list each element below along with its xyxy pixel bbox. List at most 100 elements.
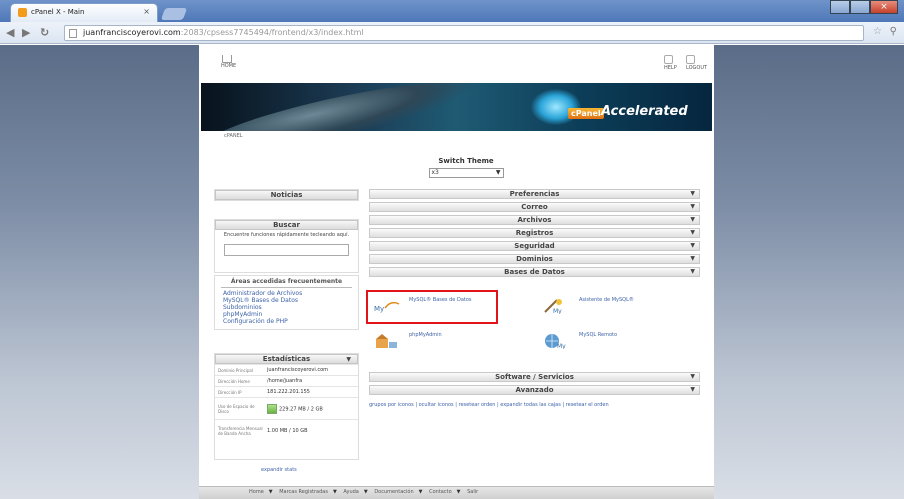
close-window-button[interactable]: × xyxy=(870,0,898,14)
stats-value: 181.222.201.155 xyxy=(267,389,310,395)
address-bar[interactable]: juanfranciscoyerovi.com:2083/cpsess77454… xyxy=(64,25,864,41)
disk-usage-bar xyxy=(267,403,277,414)
help-link[interactable]: HELP xyxy=(664,55,677,71)
search-input[interactable] xyxy=(224,244,349,256)
window-controls: × xyxy=(830,0,900,16)
db-item-mysql-wizard[interactable]: My Asistente de MySQL® xyxy=(539,294,689,320)
stats-header[interactable]: Estadísticas ▼ xyxy=(215,354,358,364)
footer-link-home[interactable]: Home xyxy=(249,489,264,495)
logout-label: LOGOUT xyxy=(686,65,708,71)
stats-row: Dominio Principal juanfranciscoyerovi.co… xyxy=(215,364,358,375)
banner-road-graphic xyxy=(201,83,483,131)
cpanel-topbar: HOME HELP LOGOUT xyxy=(199,53,714,81)
footer-link-docs[interactable]: Documentación xyxy=(374,489,413,495)
chevron-down-icon: ▼ xyxy=(690,229,695,236)
most-accessed-box: Áreas accedidas frecuentemente Administr… xyxy=(214,275,359,330)
home-link[interactable]: HOME xyxy=(221,55,236,69)
svg-text:My: My xyxy=(553,308,562,314)
stats-value: /home/juanfra xyxy=(267,378,303,384)
chevron-down-icon: ▼ xyxy=(495,169,501,176)
footer-link-trademarks[interactable]: Marcas Registradas xyxy=(279,489,328,495)
layout-links[interactable]: grupos por iconos | ocultar iconos | res… xyxy=(369,402,700,408)
theme-selected-value: x3 xyxy=(431,169,439,176)
section-preferences[interactable]: Preferencias ▼ xyxy=(369,189,700,199)
close-tab-icon[interactable]: × xyxy=(143,7,150,16)
find-header: Buscar xyxy=(215,220,358,230)
footer-link-contact[interactable]: Contacto xyxy=(429,489,452,495)
url-text: juanfranciscoyerovi.com:2083/cpsess77454… xyxy=(83,28,364,37)
db-item-phpmyadmin[interactable]: phpMyAdmin xyxy=(369,329,519,355)
cpanel-page: HOME HELP LOGOUT cPanel Accelerated cPAN… xyxy=(199,45,714,499)
stats-key: Dirección IP xyxy=(218,389,242,395)
stats-row: Dirección Home /home/juanfra xyxy=(215,375,358,386)
minimize-button[interactable] xyxy=(830,0,850,14)
link-phpmyadmin[interactable]: phpMyAdmin xyxy=(215,311,358,318)
section-label: Correo xyxy=(521,203,548,211)
db-item-label: phpMyAdmin xyxy=(409,332,442,338)
banner-glow-graphic xyxy=(531,89,581,125)
cpanel-banner: cPanel Accelerated xyxy=(201,83,712,131)
home-icon xyxy=(222,55,232,63)
breadcrumb[interactable]: cPANEL xyxy=(224,133,243,139)
divider xyxy=(221,287,352,288)
section-label: Registros xyxy=(515,229,554,237)
switch-theme-label: Switch Theme xyxy=(438,157,494,165)
section-mail[interactable]: Correo ▼ xyxy=(369,202,700,212)
section-label: Seguridad xyxy=(514,242,555,250)
highlight-box xyxy=(366,290,498,324)
section-advanced[interactable]: Avanzado ▼ xyxy=(369,385,700,395)
section-logs[interactable]: Registros ▼ xyxy=(369,228,700,238)
wrench-menu-icon[interactable]: ⚲ xyxy=(890,26,897,37)
stats-key: Dominio Principal xyxy=(218,367,253,373)
stats-value: juanfranciscoyerovi.com xyxy=(267,367,329,373)
footer-link-help[interactable]: Ayuda xyxy=(343,489,358,495)
db-item-label: MySQL Remoto xyxy=(579,332,618,338)
stats-value: 229.27 MB / 2 GB xyxy=(263,403,358,414)
reload-icon[interactable]: ↻ xyxy=(40,26,49,39)
section-domains[interactable]: Dominios ▼ xyxy=(369,254,700,264)
section-software[interactable]: Software / Servicios ▼ xyxy=(369,372,700,382)
chevron-down-icon: ▼ xyxy=(690,386,695,393)
accelerated-logo-text: Accelerated xyxy=(601,104,688,119)
switch-theme: Switch Theme x3 ▼ xyxy=(421,157,511,178)
phpmyadmin-icon xyxy=(376,334,397,348)
section-databases[interactable]: Bases de Datos ▼ xyxy=(369,267,700,277)
maximize-button[interactable] xyxy=(850,0,870,14)
chevron-down-icon: ▼ xyxy=(690,203,695,210)
expand-stats-link[interactable]: expandir stats xyxy=(261,467,297,473)
link-php-config[interactable]: Configuración de PHP xyxy=(215,318,358,325)
chevron-down-icon: ▼ xyxy=(690,216,695,223)
back-arrow-icon[interactable]: ◀ xyxy=(6,26,14,39)
link-mysql-databases[interactable]: MySQL® Bases de Datos xyxy=(215,297,358,304)
db-item-mysql-remote[interactable]: My MySQL Remoto xyxy=(539,329,689,355)
db-item-label: Asistente de MySQL® xyxy=(579,297,634,303)
chevron-down-icon: ▼ xyxy=(690,190,695,197)
theme-select[interactable]: x3 ▼ xyxy=(428,168,504,178)
news-header[interactable]: Noticias xyxy=(215,190,358,200)
browser-tab[interactable]: cPanel X - Main × xyxy=(10,3,158,22)
section-label: Preferencias xyxy=(509,190,560,198)
logout-link[interactable]: LOGOUT xyxy=(686,55,707,71)
footer-link-logout[interactable]: Salir xyxy=(467,489,478,495)
news-box: Noticias xyxy=(214,189,359,201)
mysql-remote-icon: My xyxy=(545,334,566,349)
home-label: HOME xyxy=(221,63,237,69)
new-tab-button[interactable] xyxy=(160,8,188,20)
forward-arrow-icon[interactable]: ▶ xyxy=(22,26,30,39)
section-security[interactable]: Seguridad ▼ xyxy=(369,241,700,251)
stats-row: Transferencia Mensual de Banda Ancha 1.0… xyxy=(215,419,358,441)
bookmark-star-icon[interactable]: ☆ xyxy=(873,26,882,37)
find-box: Buscar Encuentre funciones rápidamente t… xyxy=(214,219,359,273)
find-hint: Encuentre funciones rápidamente tecleand… xyxy=(223,232,350,238)
section-files[interactable]: Archivos ▼ xyxy=(369,215,700,225)
most-accessed-links: Administrador de Archivos MySQL® Bases d… xyxy=(215,290,358,325)
stats-key: Dirección Home xyxy=(218,378,250,384)
mysql-wizard-icon: My xyxy=(544,299,562,314)
link-subdomains[interactable]: Subdominios xyxy=(215,304,358,311)
help-icon xyxy=(664,55,673,64)
stats-row: Dirección IP 181.222.201.155 xyxy=(215,386,358,397)
link-file-manager[interactable]: Administrador de Archivos xyxy=(215,290,358,297)
disk-usage-text: 229.27 MB / 2 GB xyxy=(279,406,323,412)
stats-row: Uso de Espacio de Disco 229.27 MB / 2 GB xyxy=(215,397,358,419)
cpanel-footer: Home ▼ Marcas Registradas ▼ Ayuda ▼ Documen… xyxy=(199,486,714,499)
